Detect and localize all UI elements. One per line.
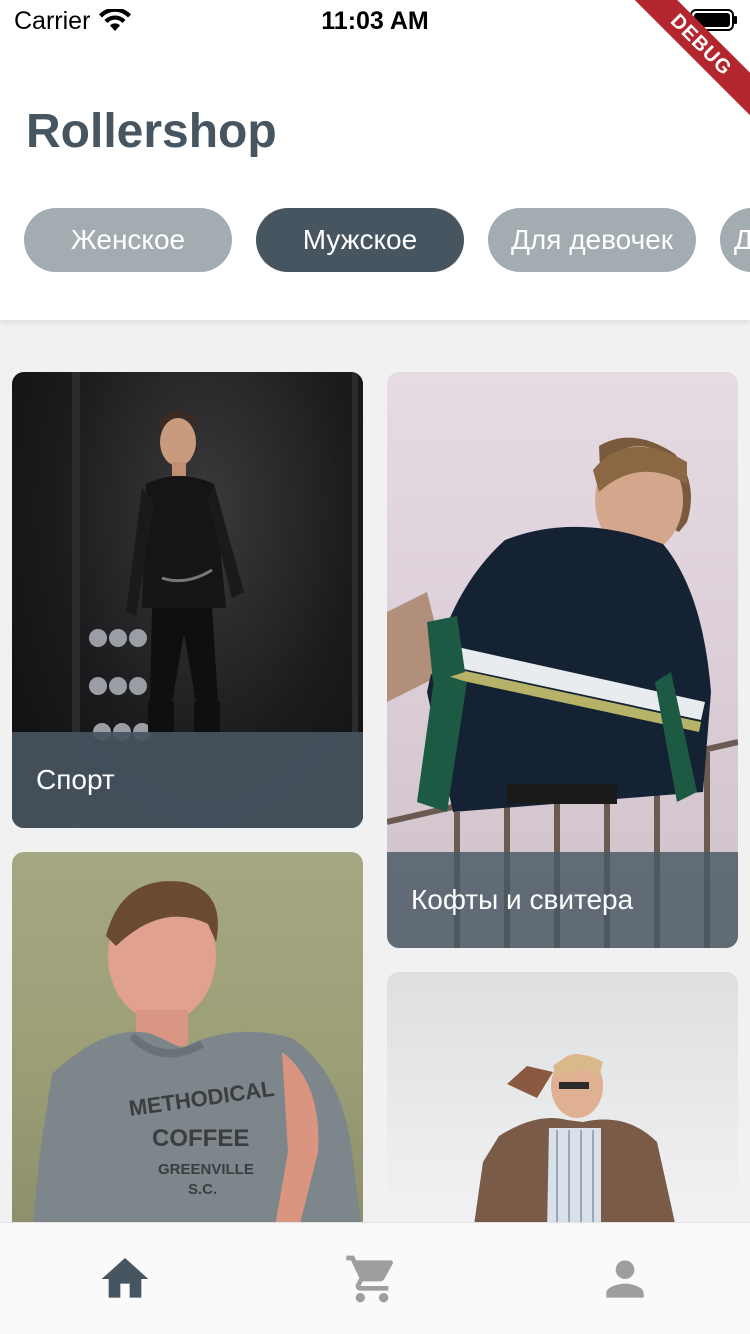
status-bar: Carrier 11:03 AM [0, 0, 750, 40]
bottom-navigation [0, 1222, 750, 1334]
tshirt-print-line-4: S.C. [188, 1181, 217, 1198]
category-card-tshirts[interactable]: METHODICAL COFFEE GREENVILLE S.C. [12, 852, 363, 1232]
home-icon [101, 1258, 149, 1298]
battery-icon [690, 9, 737, 31]
chip-women[interactable]: Женское [24, 208, 232, 272]
category-card-sport[interactable]: Спорт [12, 372, 363, 828]
category-card-jackets[interactable] [387, 972, 738, 1232]
nav-home[interactable] [95, 1251, 155, 1307]
status-time: 11:03 AM [321, 7, 429, 35]
cart-icon [346, 1255, 394, 1303]
jacket-photo [473, 1054, 677, 1232]
person-icon [606, 1260, 644, 1298]
card-caption: Спорт [12, 732, 363, 828]
card-caption: Кофты и свитера [387, 852, 738, 948]
tshirt-print-line-2: COFFEE [152, 1125, 249, 1152]
app-header: Rollershop Женское Мужское Для девочек Д [0, 40, 750, 320]
chip-next-partial[interactable]: Д [720, 208, 750, 272]
category-chip-list[interactable]: Женское Мужское Для девочек Д [0, 208, 750, 272]
category-card-sweaters[interactable]: Кофты и свитера [387, 372, 738, 948]
app-title: Rollershop [26, 105, 277, 158]
nav-cart[interactable] [342, 1251, 402, 1307]
tshirt-photo: METHODICAL COFFEE GREENVILLE S.C. [32, 881, 362, 1232]
chip-men[interactable]: Мужское [256, 208, 464, 272]
tshirt-print-line-3: GREENVILLE [158, 1161, 254, 1178]
nav-profile[interactable] [595, 1251, 655, 1307]
chip-girls[interactable]: Для девочек [488, 208, 696, 272]
